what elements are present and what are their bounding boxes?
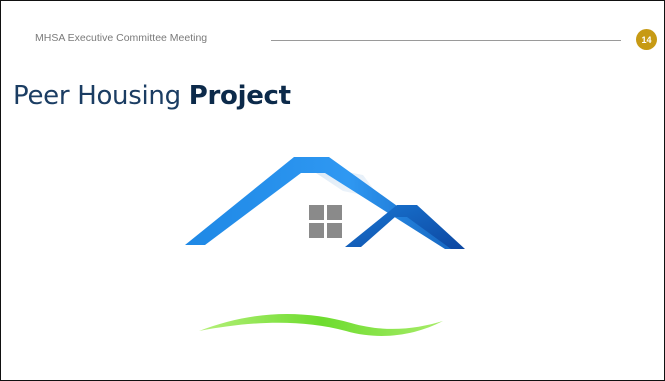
green-swoosh xyxy=(199,313,443,336)
header-rule xyxy=(271,40,621,41)
title-part-1: Peer Housing xyxy=(13,81,181,111)
slide: MHSA Executive Committee Meeting 14 Peer… xyxy=(0,0,665,381)
secondary-roof xyxy=(345,205,465,249)
page-number-badge: 14 xyxy=(636,29,657,50)
window-icon xyxy=(309,205,342,238)
title-part-2: Project xyxy=(188,81,291,111)
slide-title: Peer Housing Project xyxy=(13,81,291,111)
house-logo-icon xyxy=(185,157,465,336)
header-label: MHSA Executive Committee Meeting xyxy=(35,32,208,44)
